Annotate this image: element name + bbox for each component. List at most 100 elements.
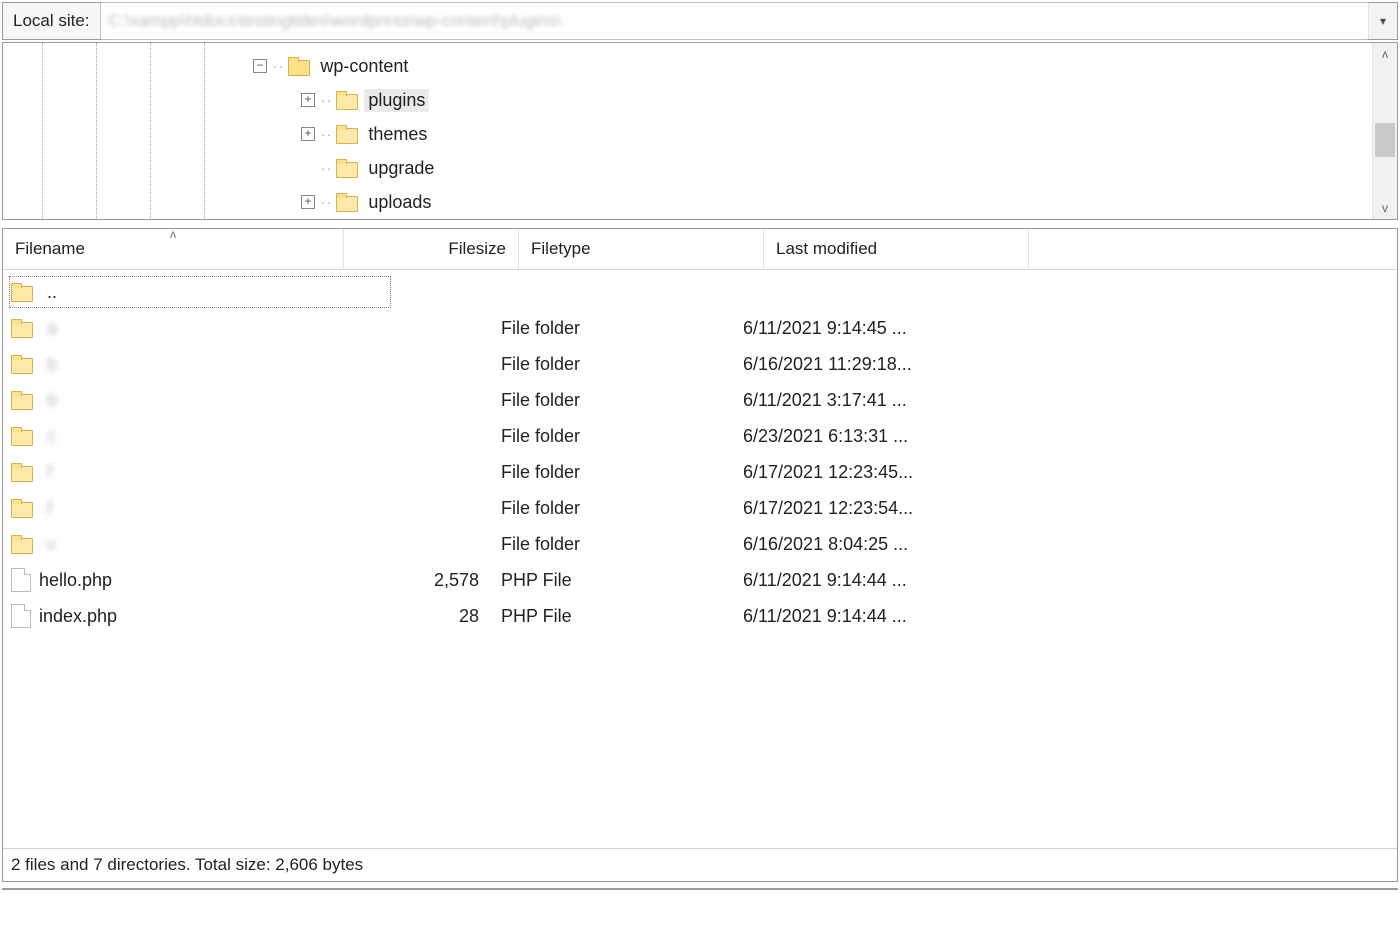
file-size: 28 <box>329 606 489 627</box>
file-modified: 6/11/2021 9:14:44 ... <box>731 606 993 627</box>
file-icon <box>11 604 31 628</box>
folder-icon <box>11 428 31 444</box>
file-name: f <box>47 462 52 483</box>
file-name: a <box>47 318 57 339</box>
file-type: File folder <box>489 534 731 555</box>
folder-icon <box>11 392 31 408</box>
scroll-down-icon[interactable]: v <box>1373 197 1397 219</box>
scroll-up-icon[interactable]: ʌ <box>1373 43 1397 65</box>
file-modified: 6/17/2021 12:23:45... <box>731 462 993 483</box>
folder-icon <box>11 500 31 516</box>
folder-icon <box>11 536 31 552</box>
tree-node-plugins[interactable]: + ·· plugins <box>3 83 1372 117</box>
file-row[interactable]: hello.php 2,578PHP File6/11/2021 9:14:44 … <box>3 562 1397 598</box>
tree-leaf-spacer <box>301 161 315 175</box>
folder-row[interactable]: b File folder6/16/2021 11:29:18... <box>3 346 1397 382</box>
folder-row[interactable]: b File folder6/11/2021 3:17:41 ... <box>3 382 1397 418</box>
folder-icon <box>11 284 31 300</box>
local-site-label: Local site: <box>3 3 101 39</box>
file-type: PHP File <box>489 606 731 627</box>
local-site-path-input[interactable] <box>101 3 1368 39</box>
tree-connector: ·· <box>321 92 332 108</box>
file-modified: 6/16/2021 11:29:18... <box>731 354 993 375</box>
folder-open-icon <box>288 58 308 74</box>
tree-connector: ·· <box>321 126 332 142</box>
file-type: File folder <box>489 426 731 447</box>
local-site-path-dropdown[interactable]: ▾ <box>1368 3 1397 39</box>
file-name: c <box>47 426 56 447</box>
folder-icon <box>336 92 356 108</box>
column-label: Filesize <box>448 239 506 259</box>
folder-icon <box>336 160 356 176</box>
tree-node-uploads[interactable]: + ·· uploads <box>3 185 1372 219</box>
file-type: File folder <box>489 498 731 519</box>
tree-node-upgrade[interactable]: ·· upgrade <box>3 151 1372 185</box>
folder-row[interactable]: f File folder6/17/2021 12:23:54... <box>3 490 1397 526</box>
column-label: Filetype <box>531 239 591 259</box>
tree-vertical-scrollbar[interactable]: ʌ v <box>1372 43 1397 219</box>
file-type: File folder <box>489 318 731 339</box>
folder-icon <box>11 464 31 480</box>
folder-row[interactable]: v File folder6/16/2021 8:04:25 ... <box>3 526 1397 562</box>
tree-node-label: uploads <box>364 191 435 214</box>
local-file-list: ʌ Filename Filesize Filetype Last modifi… <box>2 228 1398 882</box>
file-name: f <box>47 498 52 519</box>
column-header-filetype[interactable]: Filetype <box>519 229 764 269</box>
tree-node-label: wp-content <box>316 55 412 78</box>
column-header-filename[interactable]: ʌ Filename <box>3 229 344 269</box>
file-type: PHP File <box>489 570 731 591</box>
file-size: 2,578 <box>329 570 489 591</box>
file-name: b <box>47 390 57 411</box>
tree-connector: ·· <box>273 58 284 74</box>
folder-row[interactable]: f File folder6/17/2021 12:23:45... <box>3 454 1397 490</box>
sort-ascending-icon: ʌ <box>170 227 176 241</box>
folder-icon <box>336 194 356 210</box>
column-label: Filename <box>15 239 85 259</box>
expand-icon[interactable]: + <box>301 93 315 107</box>
file-modified: 6/23/2021 6:13:31 ... <box>731 426 993 447</box>
folder-icon <box>11 320 31 336</box>
tree-node-themes[interactable]: + ·· themes <box>3 117 1372 151</box>
collapse-icon[interactable]: − <box>253 59 267 73</box>
status-bar: 2 files and 7 directories. Total size: 2… <box>3 848 1397 881</box>
file-modified: 6/11/2021 9:14:45 ... <box>731 318 993 339</box>
file-list-header: ʌ Filename Filesize Filetype Last modifi… <box>3 229 1397 270</box>
file-name: hello.php <box>39 570 112 591</box>
file-name: b <box>47 354 57 375</box>
folder-icon <box>336 126 356 142</box>
file-list-body[interactable]: .. aFile folder6/11/2021 9:14:45 ...bFil… <box>3 270 1397 848</box>
column-label: Last modified <box>776 239 877 259</box>
file-name: index.php <box>39 606 117 627</box>
expand-icon[interactable]: + <box>301 127 315 141</box>
scroll-thumb[interactable] <box>1375 123 1395 157</box>
folder-row[interactable]: a File folder6/11/2021 9:14:45 ... <box>3 310 1397 346</box>
tree-node-label: themes <box>364 123 431 146</box>
file-name: v <box>47 534 56 555</box>
tree-body[interactable]: − ·· wp-content + ·· plugins + ·· themes ·· upg… <box>3 43 1372 219</box>
chevron-down-icon: ▾ <box>1380 14 1386 28</box>
file-modified: 6/16/2021 8:04:25 ... <box>731 534 993 555</box>
tree-connector: ·· <box>321 194 332 210</box>
file-type: File folder <box>489 354 731 375</box>
file-row[interactable]: index.php 28PHP File6/11/2021 9:14:44 ... <box>3 598 1397 634</box>
pane-divider[interactable] <box>2 888 1398 890</box>
file-icon <box>11 568 31 592</box>
file-name: .. <box>47 282 57 303</box>
expand-icon[interactable]: + <box>301 195 315 209</box>
parent-directory-row[interactable]: .. <box>3 274 1397 310</box>
file-modified: 6/11/2021 9:14:44 ... <box>731 570 993 591</box>
tree-node-label: upgrade <box>364 157 438 180</box>
folder-row[interactable]: c File folder6/23/2021 6:13:31 ... <box>3 418 1397 454</box>
file-type: File folder <box>489 462 731 483</box>
local-site-pathbar: Local site: ▾ <box>2 2 1398 40</box>
file-modified: 6/11/2021 3:17:41 ... <box>731 390 993 411</box>
tree-node-wp-content[interactable]: − ·· wp-content <box>3 49 1372 83</box>
local-directory-tree: − ·· wp-content + ·· plugins + ·· themes ·· upg… <box>2 42 1398 220</box>
tree-connector: ·· <box>321 160 332 176</box>
file-type: File folder <box>489 390 731 411</box>
tree-node-label: plugins <box>364 89 429 112</box>
column-header-filesize[interactable]: Filesize <box>344 229 519 269</box>
column-header-last-modified[interactable]: Last modified <box>764 229 1029 269</box>
file-modified: 6/17/2021 12:23:54... <box>731 498 993 519</box>
folder-icon <box>11 356 31 372</box>
